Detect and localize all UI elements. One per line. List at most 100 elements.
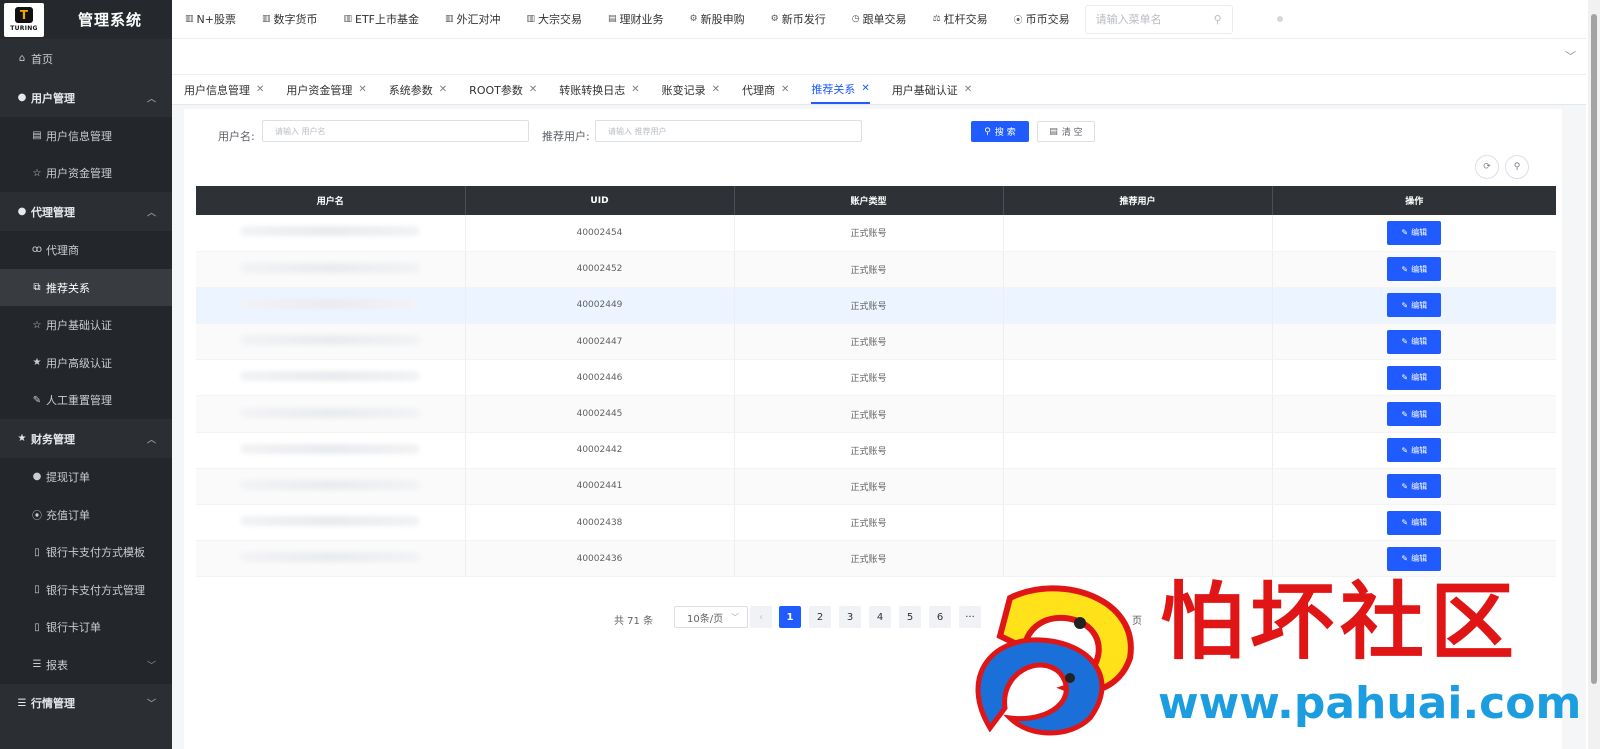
topnav-item-crypto[interactable]: ▥ 数字货币 xyxy=(262,11,318,27)
sidebar-item-reports[interactable]: ☰ 报表 ﹀ xyxy=(0,646,172,684)
close-icon[interactable]: ✕ xyxy=(712,84,720,95)
bar-chart-icon: ▥ xyxy=(343,14,352,24)
cell-actions: ✎ 编辑 xyxy=(1272,323,1556,361)
sidebar-item-manual-reset[interactable]: ✎ 人工重置管理 xyxy=(0,381,172,420)
tab-user-funds[interactable]: 用户资金管理 ✕ xyxy=(286,75,366,104)
clear-button[interactable]: ▤ 清 空 xyxy=(1037,121,1095,142)
topnav-item-wealth[interactable]: ▤ 理财业务 xyxy=(608,11,664,27)
referrer-input[interactable]: 请输入 推荐用户 xyxy=(595,120,862,142)
sidebar-item-agents[interactable]: ꝏ 代理商 xyxy=(0,231,172,269)
redacted-username xyxy=(240,226,421,237)
page-button[interactable]: 2 xyxy=(809,606,831,628)
close-icon[interactable]: ✕ xyxy=(358,84,366,95)
edit-button[interactable]: ✎ 编辑 xyxy=(1387,510,1442,535)
sidebar-group-user-management[interactable]: ● 用户管理 ︿ xyxy=(0,78,172,117)
sidebar-item-user-funds[interactable]: ☆ 用户资金管理 xyxy=(0,154,172,193)
close-icon[interactable]: ✕ xyxy=(861,83,869,94)
topnav-item-block-trade[interactable]: ▥ 大宗交易 xyxy=(527,11,583,27)
home-icon: ⌂ xyxy=(18,53,26,64)
edit-button[interactable]: ✎ 编辑 xyxy=(1387,293,1442,318)
sidebar-group-finance-management[interactable]: ★ 财务管理 ︿ xyxy=(0,419,172,458)
lever-icon: ⚖ xyxy=(932,14,941,24)
edit-button[interactable]: ✎ 编辑 xyxy=(1387,365,1442,390)
sidebar-item-advanced-verification[interactable]: ★ 用户高级认证 xyxy=(0,343,172,382)
edit-button[interactable]: ✎ 编辑 xyxy=(1387,257,1442,282)
page-scrollbar[interactable] xyxy=(1588,0,1600,749)
tab-account-changes[interactable]: 账变记录 ✕ xyxy=(662,75,720,104)
user-icon: ● xyxy=(32,471,42,483)
sidebar-item-referral-relations[interactable]: ⧉ 推荐关系 xyxy=(0,268,172,307)
sidebar-item-deposit-orders[interactable]: ⦿ 充值订单 xyxy=(0,495,172,534)
close-icon[interactable]: ✕ xyxy=(964,84,972,95)
tab-referral-relations[interactable]: 推荐关系 ✕ xyxy=(811,75,870,104)
page-size-select[interactable]: 10条/页 ﹀ xyxy=(674,606,748,628)
sidebar-item-basic-verification[interactable]: ☆ 用户基础认证 xyxy=(0,306,172,344)
topnav-item-copy-trade[interactable]: ◷ 跟单交易 xyxy=(852,11,907,27)
tab-root-params[interactable]: ROOT参数 ✕ xyxy=(469,75,537,104)
tab-user-info[interactable]: 用户信息管理 ✕ xyxy=(184,75,264,104)
edit-button[interactable]: ✎ 编辑 xyxy=(1387,329,1442,354)
table-header-row: 用户名 UID 账户类型 推荐用户 操作 xyxy=(196,186,1556,215)
topnav-item-new-coin[interactable]: ⚙ 新币发行 xyxy=(771,11,826,27)
page-button[interactable]: 5 xyxy=(899,606,921,628)
cell-actions: ✎ 编辑 xyxy=(1272,287,1556,325)
close-icon[interactable]: ✕ xyxy=(631,84,639,95)
chevron-down-icon[interactable]: ﹀ xyxy=(1565,48,1576,64)
cell-account-type: 正式账号 xyxy=(734,359,1004,397)
chevron-down-icon: ﹀ xyxy=(731,612,739,622)
search-button[interactable]: ⚲ 搜 索 xyxy=(971,121,1029,142)
document-icon: ▯ xyxy=(34,546,40,558)
topnav-item-etf[interactable]: ▥ ETF上市基金 xyxy=(343,11,419,27)
topnav-item-spot[interactable]: ⦿ 币币交易 xyxy=(1014,11,1070,27)
close-icon[interactable]: ✕ xyxy=(439,84,447,95)
edit-button[interactable]: ✎ 编辑 xyxy=(1387,474,1442,499)
watermark: 怕坏社区 www.pahuai.com xyxy=(970,578,1588,738)
menu-search-input[interactable]: 请输入菜单名 ⚲ xyxy=(1084,4,1233,34)
cell-uid: 40002447 xyxy=(465,323,735,361)
sidebar-item-label: 提现订单 xyxy=(46,470,90,484)
edit-button[interactable]: ✎ 编辑 xyxy=(1387,438,1442,463)
sidebar-item-label: 人工重置管理 xyxy=(46,394,112,408)
close-icon[interactable]: ✕ xyxy=(781,84,789,95)
sidebar-item-bank-payment-management[interactable]: ▯ 银行卡支付方式管理 xyxy=(0,570,172,609)
close-icon[interactable]: ✕ xyxy=(256,84,264,95)
topnav-item-ipo[interactable]: ⚙ 新股申购 xyxy=(690,11,745,27)
page-button[interactable]: 1 xyxy=(779,606,801,628)
sidebar-item-bank-payment-template[interactable]: ▯ 银行卡支付方式模板 xyxy=(0,533,172,571)
star-icon: ★ xyxy=(32,357,42,369)
sidebar-item-home[interactable]: ⌂ 首页 xyxy=(0,39,172,78)
refresh-button[interactable]: ⟳ xyxy=(1475,155,1499,179)
cell-referrer xyxy=(1003,395,1273,433)
prev-page-button[interactable]: ‹ xyxy=(750,606,772,628)
username-label: 用户名: xyxy=(218,130,255,143)
sidebar-item-user-info[interactable]: ▤ 用户信息管理 xyxy=(0,117,172,155)
page-button[interactable]: 6 xyxy=(929,606,951,628)
edit-button[interactable]: ✎ 编辑 xyxy=(1387,402,1442,427)
edit-button-label: 编辑 xyxy=(1411,554,1428,564)
edit-icon: ✎ xyxy=(1401,300,1409,310)
page-button[interactable]: 4 xyxy=(869,606,891,628)
tab-transfer-log[interactable]: 转账转换日志 ✕ xyxy=(559,75,639,104)
sidebar-group-agent-management[interactable]: ● 代理管理 ︿ xyxy=(0,192,172,231)
sidebar-item-withdraw-orders[interactable]: ● 提现订单 xyxy=(0,458,172,496)
topnav-item-forex[interactable]: ▥ 外汇对冲 xyxy=(445,11,501,27)
scrollbar-thumb[interactable] xyxy=(1591,14,1597,684)
close-icon[interactable]: ✕ xyxy=(529,84,537,95)
edit-button[interactable]: ✎ 编辑 xyxy=(1387,546,1442,571)
table-row: 40002452 正式账号 ✎ 编辑 xyxy=(196,251,1556,288)
topnav-item-leverage[interactable]: ⚖ 杠杆交易 xyxy=(933,11,988,27)
tab-basic-verification[interactable]: 用户基础认证 ✕ xyxy=(892,75,972,104)
topnav-item-stocks[interactable]: ▥ N+股票 xyxy=(185,11,236,27)
page-button[interactable]: 3 xyxy=(839,606,861,628)
sidebar-item-bank-card-orders[interactable]: ▯ 银行卡订单 xyxy=(0,608,172,647)
collapse-bar: ﹀ xyxy=(172,39,1586,75)
sidebar-group-market-management[interactable]: ☰ 行情管理 ﹀ xyxy=(0,684,172,723)
tab-agents[interactable]: 代理商 ✕ xyxy=(742,75,789,104)
cell-uid: 40002449 xyxy=(465,287,735,325)
topnav-label: 外汇对冲 xyxy=(456,13,501,26)
toggle-search-button[interactable]: ⚲ xyxy=(1505,155,1529,179)
edit-button[interactable]: ✎ 编辑 xyxy=(1387,220,1442,245)
username-input[interactable]: 请输入 用户名 xyxy=(262,120,529,142)
sidebar-item-label: 用户基础认证 xyxy=(46,319,112,333)
tab-system-params[interactable]: 系统参数 ✕ xyxy=(389,75,447,104)
